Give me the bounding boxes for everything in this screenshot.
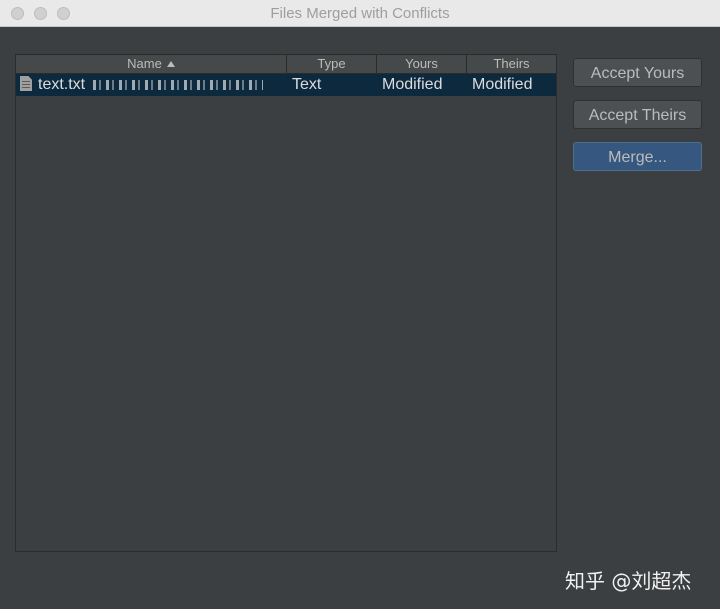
window-title: Files Merged with Conflicts [270, 5, 450, 22]
column-header-name-label: Name [127, 56, 162, 71]
text-file-icon [20, 76, 32, 91]
cell-type: Text [292, 76, 322, 93]
conflicts-table: Name Type Yours Theirs text.txt Text Mod… [15, 54, 557, 552]
column-header-theirs[interactable]: Theirs [467, 55, 556, 73]
column-header-type[interactable]: Type [287, 55, 377, 73]
sort-ascending-icon [166, 61, 175, 67]
cell-theirs: Modified [472, 76, 533, 93]
accept-yours-button[interactable]: Accept Yours [573, 58, 702, 87]
merge-button[interactable]: Merge... [573, 142, 702, 171]
redacted-file-path [93, 80, 264, 90]
accept-theirs-button[interactable]: Accept Theirs [573, 100, 702, 129]
table-header: Name Type Yours Theirs [16, 55, 556, 74]
file-name: text.txt [38, 76, 86, 93]
title-bar: Files Merged with Conflicts [0, 0, 720, 27]
watermark: 知乎 @刘超杰 [565, 569, 692, 593]
column-header-name[interactable]: Name [16, 55, 287, 73]
merge-conflicts-dialog: Files Merged with Conflicts Name Type Yo… [0, 0, 720, 609]
table-row[interactable]: text.txt Text Modified Modified [16, 74, 556, 96]
cell-name: text.txt [16, 74, 287, 96]
cell-yours: Modified [382, 76, 443, 93]
column-header-yours[interactable]: Yours [377, 55, 467, 73]
